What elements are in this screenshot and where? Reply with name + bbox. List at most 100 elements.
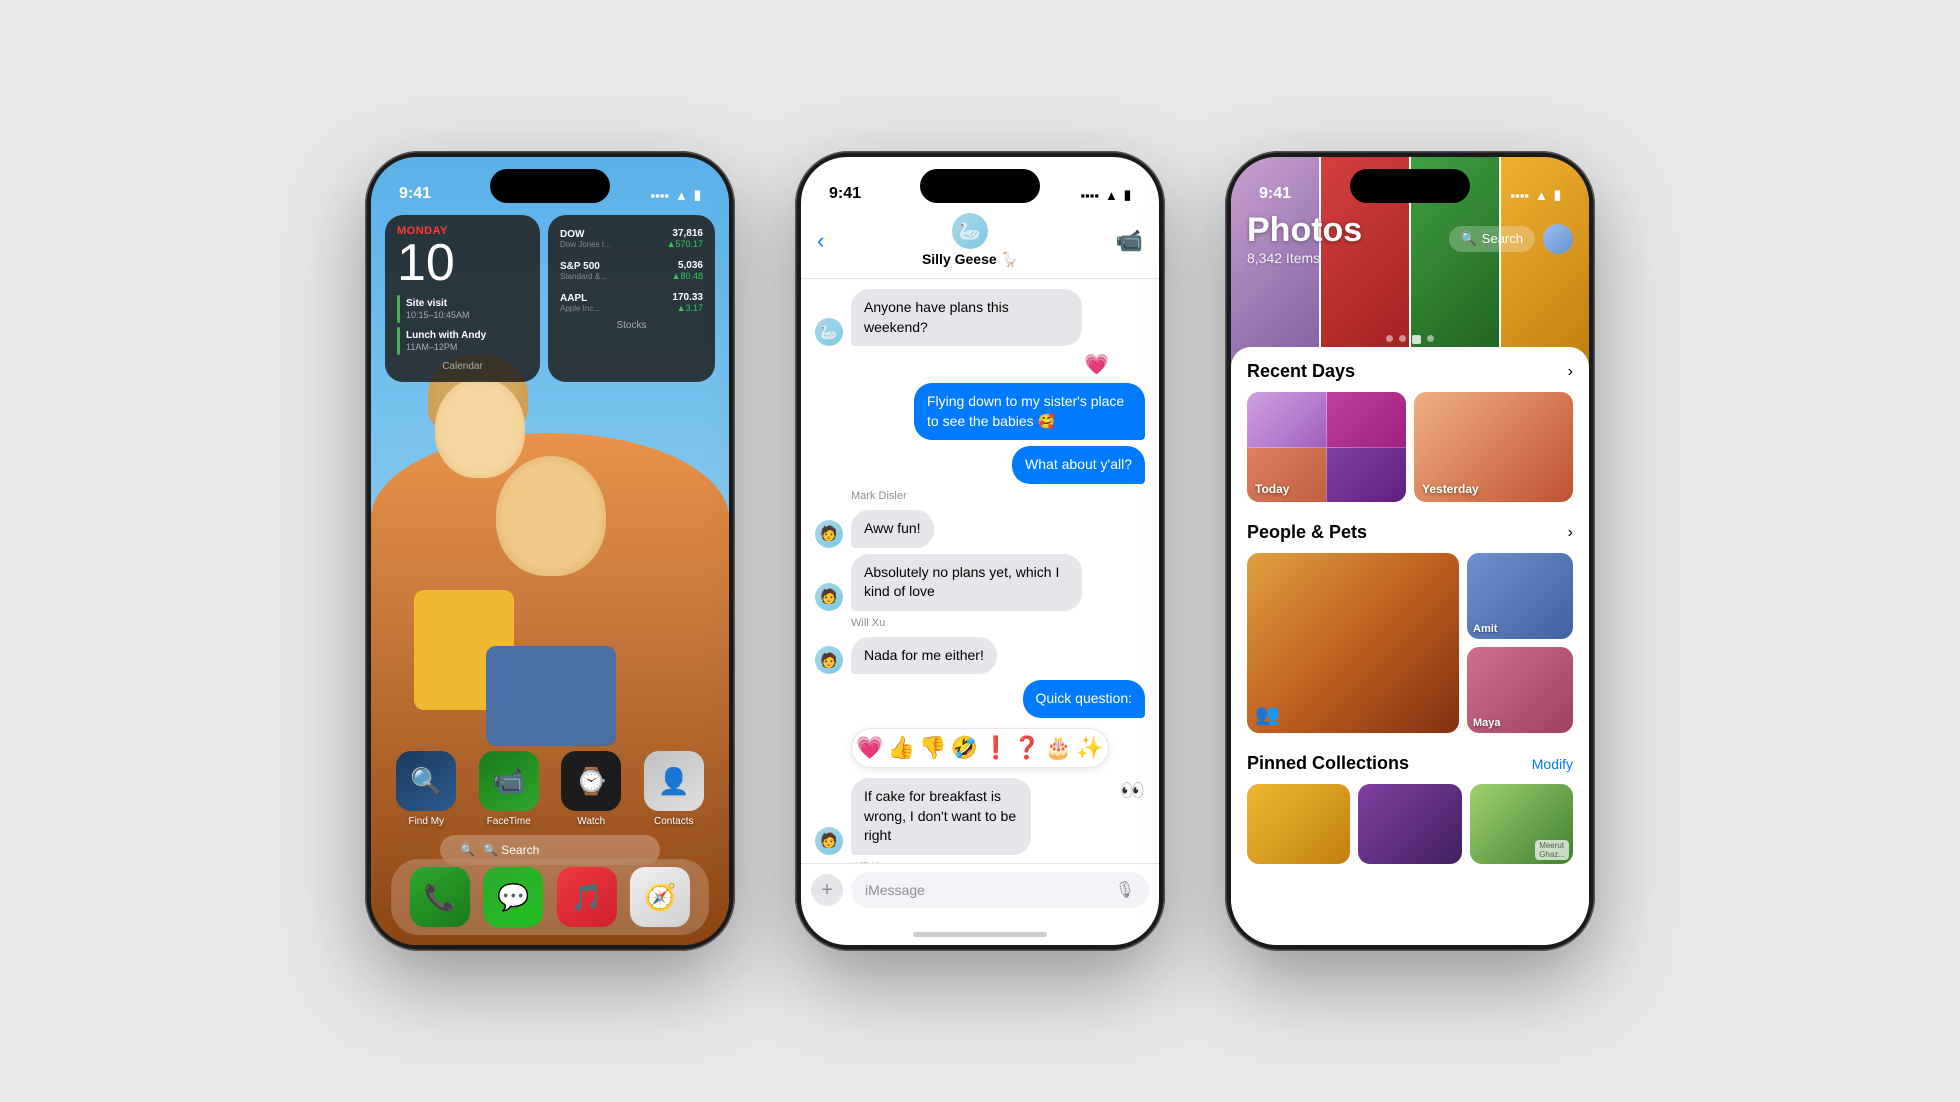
stocks-widget[interactable]: DOW Dow Jones I... 37,816 ▲570.17 S&P 50… bbox=[548, 215, 715, 382]
app-watch[interactable]: ⌚ Watch bbox=[561, 751, 621, 827]
compass-app-icon[interactable]: 🧭 bbox=[630, 867, 690, 927]
photos-user-avatar[interactable] bbox=[1543, 224, 1573, 254]
dot-2[interactable] bbox=[1399, 335, 1406, 342]
photos-search-label: Search bbox=[1482, 231, 1523, 246]
input-placeholder: iMessage bbox=[865, 882, 925, 898]
dock-compass[interactable]: 🧭 bbox=[630, 867, 690, 927]
tapback-haha[interactable]: 🤣 bbox=[951, 735, 978, 761]
day-card-yesterday[interactable]: Yesterday bbox=[1414, 392, 1573, 502]
people-pets-header: People & Pets › bbox=[1247, 522, 1573, 543]
add-attachments-button[interactable]: + bbox=[811, 874, 843, 906]
dot-4[interactable] bbox=[1427, 335, 1434, 342]
today-cell-1 bbox=[1247, 392, 1326, 447]
today-cell-4 bbox=[1327, 448, 1406, 503]
photos-title-bar: Photos 8,342 Items 🔍 Search bbox=[1247, 211, 1573, 266]
video-call-button[interactable]: 📹 bbox=[1116, 228, 1143, 254]
facetime-icon[interactable]: 📹 bbox=[479, 751, 539, 811]
home-indicator-2 bbox=[913, 932, 1047, 937]
msg-bubble-2: Flying down to my sister's place to see … bbox=[914, 383, 1145, 440]
people-pets-title: People & Pets bbox=[1247, 522, 1367, 543]
photos-content[interactable]: Recent Days › Today bbox=[1231, 347, 1589, 945]
home-screen-container: 9:41 ▪▪▪▪ ▲ ▮ MONDAY 10 bbox=[371, 157, 729, 945]
phone-photos: 9:41 ▪▪▪▪ ▲ ▮ Photos 8,342 Items 🔍 bbox=[1225, 151, 1595, 951]
msg-bubble-4: Aww fun! bbox=[851, 510, 934, 548]
dock-phone[interactable]: 📞 bbox=[410, 867, 470, 927]
recent-days-chevron[interactable]: › bbox=[1568, 363, 1573, 381]
photos-screen-container: 9:41 ▪▪▪▪ ▲ ▮ Photos 8,342 Items 🔍 bbox=[1231, 157, 1589, 945]
dock-music[interactable]: 🎵 bbox=[557, 867, 617, 927]
tapback-question[interactable]: ❓ bbox=[1013, 735, 1040, 761]
app-contacts[interactable]: 👤 Contacts bbox=[644, 751, 704, 827]
contacts-icon[interactable]: 👤 bbox=[644, 751, 704, 811]
stock-dow-full: Dow Jones I... bbox=[560, 240, 611, 249]
tapback-heart[interactable]: 💗 bbox=[856, 735, 883, 761]
app-grid: 🔍 Find My 📹 FaceTime ⌚ Wa bbox=[385, 751, 715, 835]
event-bar-1 bbox=[397, 295, 400, 323]
tapback-panel[interactable]: 💗 👍 👎 🤣 ❗ ❓ 🎂 ✨ bbox=[851, 728, 1109, 768]
mic-icon[interactable]: 🎙 bbox=[1115, 880, 1135, 900]
photos-search-button[interactable]: 🔍 Search bbox=[1449, 226, 1535, 252]
stock-aapl-right: 170.33 ▲3.17 bbox=[672, 292, 703, 313]
stock-dow-change: ▲570.17 bbox=[667, 239, 703, 249]
msg-bubble-8: If cake for breakfast is wrong, I don't … bbox=[851, 778, 1031, 855]
people-main-card[interactable]: 👥 bbox=[1247, 553, 1459, 733]
watch-label: Watch bbox=[577, 816, 605, 827]
phone-emoji: 📞 bbox=[424, 882, 456, 913]
msg-avatar-5: 🧑 bbox=[815, 583, 843, 611]
yesterday-label: Yesterday bbox=[1422, 482, 1479, 496]
amit-card[interactable]: Amit bbox=[1467, 553, 1573, 639]
pinned-collections-title: Pinned Collections bbox=[1247, 753, 1409, 774]
messages-status-icons: ▪▪▪▪ ▲ ▮ bbox=[1081, 187, 1131, 203]
msg-8: 🧑 If cake for breakfast is wrong, I don'… bbox=[815, 778, 1145, 855]
facetime-label: FaceTime bbox=[487, 816, 531, 827]
tapback-thumbup[interactable]: 👍 bbox=[888, 735, 915, 761]
findmy-icon[interactable]: 🔍 bbox=[396, 751, 456, 811]
people-pets-chevron[interactable]: › bbox=[1568, 524, 1573, 542]
photos-search-icon: 🔍 bbox=[1461, 231, 1477, 247]
app-findmy[interactable]: 🔍 Find My bbox=[396, 751, 456, 827]
stock-dow-price: 37,816 bbox=[667, 228, 703, 239]
photos-header-actions: 🔍 Search bbox=[1449, 224, 1573, 254]
maya-card[interactable]: Maya bbox=[1467, 647, 1573, 733]
msg-bubble-3: What about y'all? bbox=[1012, 446, 1145, 484]
dot-1[interactable] bbox=[1386, 335, 1393, 342]
photos-subtitle: 8,342 Items bbox=[1247, 250, 1362, 266]
phone-app-icon[interactable]: 📞 bbox=[410, 867, 470, 927]
stock-div-1 bbox=[560, 254, 703, 255]
tapback-thumbdown[interactable]: 👎 bbox=[919, 735, 946, 761]
dock-messages[interactable]: 💬 bbox=[483, 867, 543, 927]
status-icons: ▪▪▪▪ ▲ ▮ bbox=[651, 187, 701, 203]
music-app-icon[interactable]: 🎵 bbox=[557, 867, 617, 927]
modify-button[interactable]: Modify bbox=[1532, 756, 1573, 772]
msg-bubble-5: Absolutely no plans yet, which I kind of… bbox=[851, 554, 1082, 611]
stock-aapl-name: AAPL bbox=[560, 293, 600, 304]
tapback-sparkle[interactable]: ✨ bbox=[1076, 735, 1103, 761]
pin-card-3[interactable]: MeerutGhaz... bbox=[1470, 784, 1573, 864]
messages-input-area: + iMessage 🎙 bbox=[801, 863, 1159, 932]
tapback-exclaim[interactable]: ❗ bbox=[982, 735, 1009, 761]
wifi-icon: ▲ bbox=[675, 188, 688, 203]
app-facetime[interactable]: 📹 FaceTime bbox=[479, 751, 539, 827]
msg-1: 🦢 Anyone have plans this weekend? bbox=[815, 289, 1145, 346]
dot-3-grid[interactable] bbox=[1412, 335, 1421, 344]
calendar-widget[interactable]: MONDAY 10 Site visit 10:15–10:45AM bbox=[385, 215, 540, 382]
phone-home: 9:41 ▪▪▪▪ ▲ ▮ MONDAY 10 bbox=[365, 151, 735, 951]
contact-name: Silly Geese 🪿 bbox=[922, 251, 1018, 268]
watch-icon[interactable]: ⌚ bbox=[561, 751, 621, 811]
messages-app-icon[interactable]: 💬 bbox=[483, 867, 543, 927]
message-input[interactable]: iMessage 🎙 bbox=[851, 872, 1149, 908]
pin-card-2[interactable] bbox=[1358, 784, 1461, 864]
event-time-1: 10:15–10:45AM bbox=[406, 310, 470, 322]
messages-body[interactable]: 🦢 Anyone have plans this weekend? 💗 Flyi… bbox=[801, 279, 1159, 863]
photos-dots bbox=[1386, 335, 1434, 344]
cal-events: Site visit 10:15–10:45AM Lunch with Andy… bbox=[397, 295, 528, 355]
tapback-cake[interactable]: 🎂 bbox=[1045, 735, 1072, 761]
pin-card-1[interactable] bbox=[1247, 784, 1350, 864]
back-button[interactable]: ‹ bbox=[817, 228, 824, 254]
recent-days-title: Recent Days bbox=[1247, 361, 1355, 382]
day-card-today[interactable]: Today bbox=[1247, 392, 1406, 502]
contact-info[interactable]: 🦢 Silly Geese 🪿 bbox=[922, 213, 1018, 268]
stock-aapl-left: AAPL Apple Inc... bbox=[560, 293, 600, 313]
music-emoji: 🎵 bbox=[571, 882, 603, 913]
msg-battery-icon: ▮ bbox=[1124, 187, 1131, 203]
